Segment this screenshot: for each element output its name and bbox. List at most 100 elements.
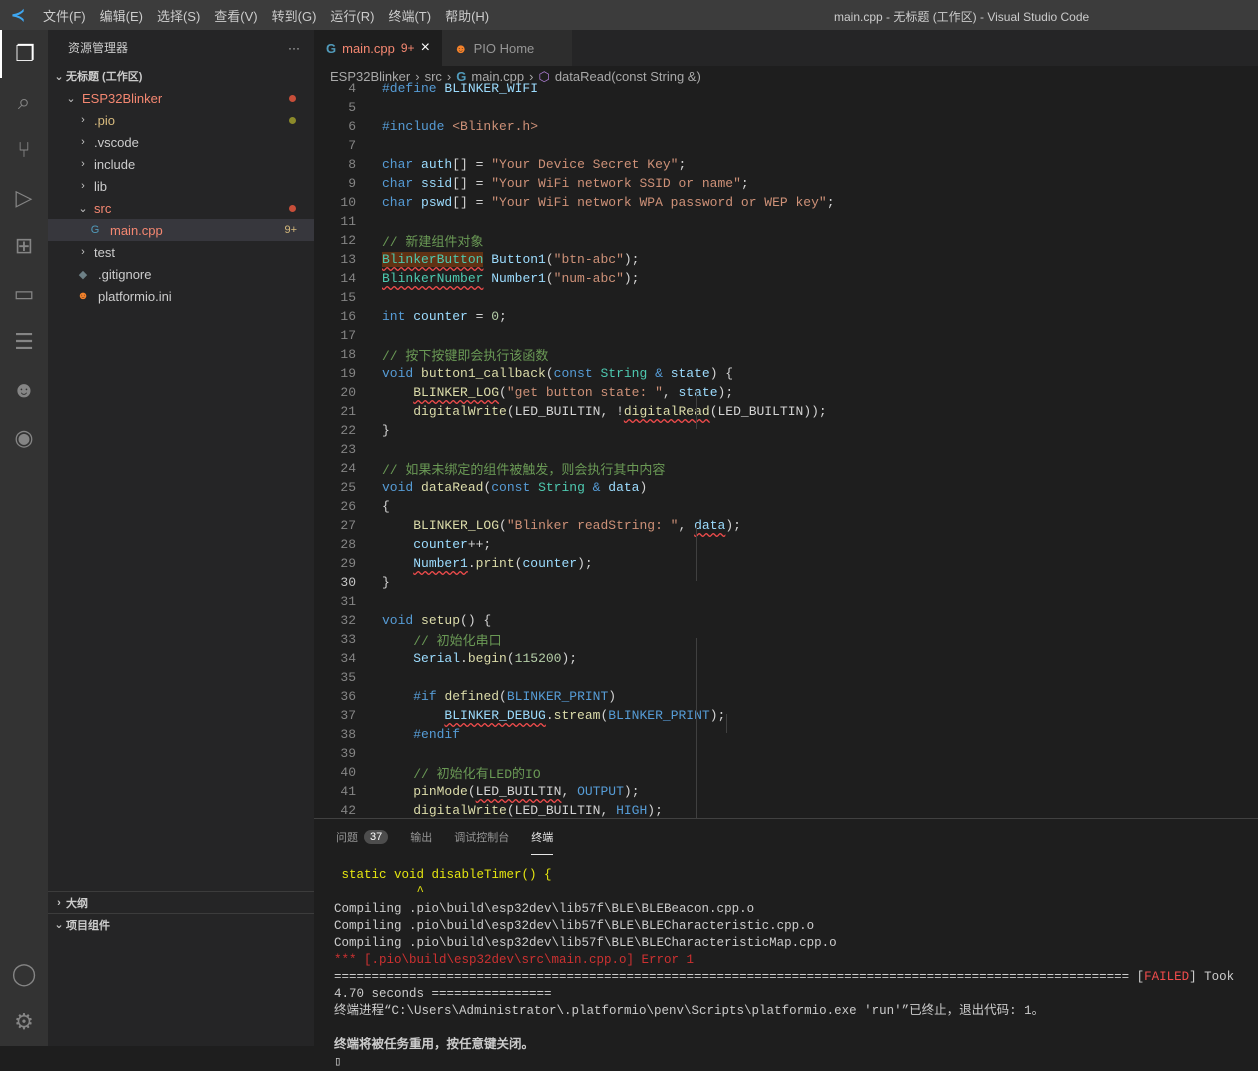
code-line: 31 [314, 592, 1258, 611]
terminal-line: ▯ [334, 1055, 342, 1069]
line-number: 14 [340, 271, 356, 286]
espressif-icon[interactable]: ◉ [0, 414, 48, 462]
menu-item[interactable]: 终端(T) [381, 6, 438, 25]
settings-gear-icon[interactable]: ⚙ [0, 998, 48, 1046]
line-number: 13 [340, 252, 356, 267]
code-editor[interactable]: 4 #define BLINKER_WIFI 5 6 #include <Blinker… [314, 79, 1258, 818]
explorer-icon[interactable]: ❐ [0, 30, 48, 78]
menu-item[interactable]: 转到(G) [265, 6, 324, 25]
line-number: 23 [340, 442, 356, 457]
tab-pio-home[interactable]: ☻ PIO Home [441, 30, 572, 66]
more-actions-button[interactable]: ··· [288, 41, 300, 55]
line-text: char ssid[] = "Your WiFi network SSID or… [382, 176, 749, 191]
indent-guide [726, 714, 727, 733]
tree-item-label: test [94, 244, 115, 260]
remote-explorer-icon[interactable]: ▭ [0, 270, 48, 318]
code-line: 28 counter++; [314, 535, 1258, 554]
line-number: 7 [348, 138, 356, 153]
code-line: 12 // 新建组件对象 [314, 231, 1258, 250]
code-line: 15 [314, 288, 1258, 307]
chevron-right-icon: › [81, 180, 85, 192]
menu-item[interactable]: 帮助(H) [438, 6, 496, 25]
tree-item[interactable]: ◆ .gitignore [48, 263, 314, 285]
line-number: 9 [348, 176, 356, 191]
panel-tab-label: 终端 [531, 831, 554, 844]
run-debug-icon[interactable]: ▷ [0, 174, 48, 222]
account-icon[interactable]: ◯ [0, 950, 48, 998]
close-icon[interactable]: × [421, 39, 430, 57]
tree-item[interactable]: › test [48, 241, 314, 263]
panel-tab[interactable]: 问题 37 [336, 819, 389, 855]
code-token: ( [506, 651, 515, 666]
tree-item[interactable]: › include [48, 153, 314, 175]
code-token: #endif [413, 727, 461, 742]
tab-label: PIO Home [473, 40, 535, 56]
file-icon: G [90, 224, 100, 236]
panel-tab[interactable]: 终端 [531, 819, 554, 855]
workspace-header[interactable]: ⌄ 无标题 (工作区) [48, 65, 314, 87]
code-token: counter [413, 537, 468, 552]
problem-count-badge: 37 [364, 830, 389, 844]
terminal-line: ^ [334, 885, 425, 899]
line-text: #define BLINKER_WIFI [382, 81, 538, 96]
search-icon[interactable]: ⌕ [0, 78, 48, 126]
code-token: 0 [491, 309, 500, 324]
panel-tab[interactable]: 输出 [410, 819, 432, 855]
source-control-icon[interactable]: ⑂ [0, 126, 48, 174]
chevron-down-icon: ⌄ [54, 70, 64, 83]
line-number: 8 [348, 157, 356, 172]
terminal-output[interactable]: static void disableTimer() { ^ Compiling … [314, 855, 1258, 1071]
line-text: BlinkerButton Button1("btn-abc"); [382, 252, 639, 267]
indent-guide [696, 524, 697, 581]
tree-item[interactable]: Gmain.cpp 9+ [48, 219, 314, 241]
line-number: 21 [340, 404, 356, 419]
code-token: ; [678, 157, 687, 172]
code-token: [] = [452, 195, 492, 210]
code-line: 33 // 初始化串口 [314, 630, 1258, 649]
line-text: int counter = 0; [382, 309, 507, 324]
code-token: const [491, 480, 539, 495]
menu-item[interactable]: 编辑(E) [93, 6, 150, 25]
code-token: begin [467, 651, 507, 666]
line-number: 34 [340, 651, 356, 666]
menu-item[interactable]: 查看(V) [207, 6, 264, 25]
code-token: <Blinker.h> [452, 119, 539, 134]
editor-tabs: G main.cpp 9+ × ☻ PIO Home [314, 30, 1258, 66]
code-line: 34 Serial.begin(115200); [314, 649, 1258, 668]
tree-item[interactable]: › lib [48, 175, 314, 197]
tree-item[interactable]: ⌄ src [48, 197, 314, 219]
code-token: pinMode [413, 784, 468, 799]
test-icon[interactable]: ☰ [0, 318, 48, 366]
bottom-panel: 问题 37 输出 调试控制台 终端 static void disableTimer()… [314, 818, 1258, 1069]
panel-tab[interactable]: 调试控制台 [454, 819, 509, 855]
line-number: 26 [340, 499, 356, 514]
outline-section[interactable]: › 大纲 [48, 891, 314, 913]
extensions-icon[interactable]: ⊞ [0, 222, 48, 270]
tree-item[interactable]: ⌄ ESP32Blinker [48, 87, 314, 109]
menu-item[interactable]: 选择(S) [150, 6, 207, 25]
terminal-line: Compiling .pio\build\esp32dev\lib57f\BLE… [334, 936, 837, 950]
code-token: . [460, 651, 468, 666]
tree-item[interactable]: ☻ platformio.ini [48, 285, 314, 307]
panel-tab-label: 输出 [410, 832, 433, 844]
tree-item[interactable]: › .vscode [48, 131, 314, 153]
menu-item[interactable]: 文件(F) [36, 6, 93, 25]
project-components-section[interactable]: ⌄ 项目组件 [48, 913, 314, 935]
menu-item[interactable]: 运行(R) [323, 6, 381, 25]
line-number: 37 [340, 708, 356, 723]
tree-item[interactable]: › .pio [48, 109, 314, 131]
modified-dot [289, 116, 296, 124]
code-token: . [467, 556, 476, 571]
panel-tab-label: 问题 [336, 832, 358, 844]
code-token: void [382, 366, 422, 381]
code-token: ); [561, 651, 578, 666]
code-token: print [475, 556, 515, 571]
code-token: "num-abc" [553, 271, 624, 286]
platformio-icon[interactable]: ☻ [0, 366, 48, 414]
code-token: button1_callback [421, 366, 546, 381]
tab-main-cpp[interactable]: G main.cpp 9+ × [314, 30, 442, 66]
